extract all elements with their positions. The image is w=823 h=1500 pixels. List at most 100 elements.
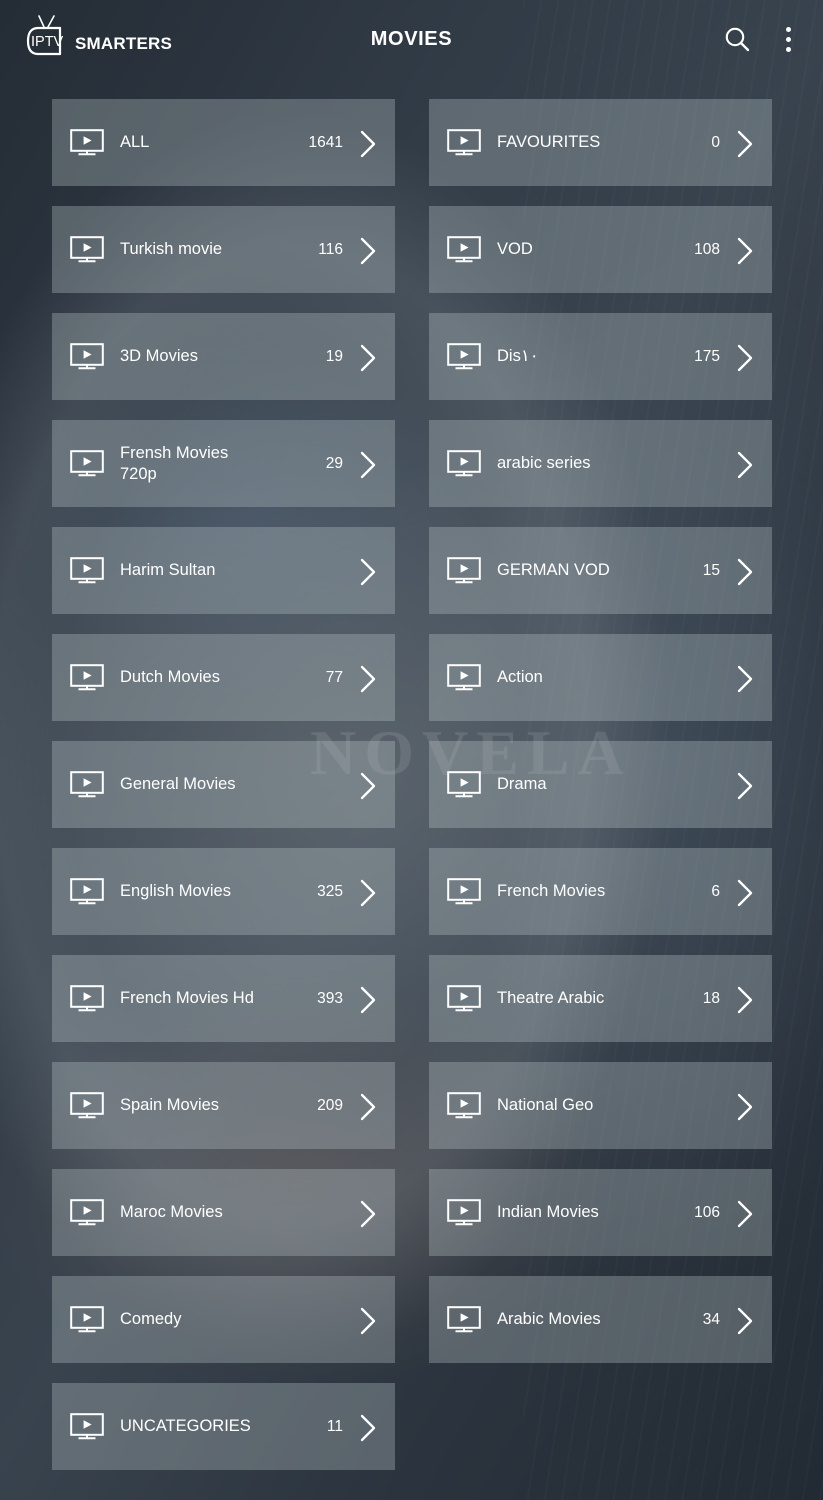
category-label: UNCATEGORIES [120, 1417, 251, 1435]
chevron-right-icon[interactable] [357, 235, 379, 265]
chevron-right-icon[interactable] [357, 663, 379, 693]
tv-play-icon [70, 557, 104, 584]
category-label: FAVOURITES [497, 133, 601, 151]
category-card[interactable]: ALL 1641 [52, 99, 395, 186]
chevron-right-icon[interactable] [734, 984, 756, 1014]
tv-play-icon [70, 1199, 104, 1226]
tv-play-icon [447, 450, 481, 477]
chevron-right-icon[interactable] [357, 556, 379, 586]
tv-play-icon [70, 557, 104, 584]
category-card[interactable]: arabic series [429, 420, 772, 507]
category-card[interactable]: Harim Sultan [52, 527, 395, 614]
chevron-right-icon[interactable] [734, 1091, 756, 1121]
category-card[interactable]: GERMAN VOD 15 [429, 527, 772, 614]
chevron-right-icon[interactable] [357, 1305, 379, 1335]
chevron-right-icon[interactable] [357, 1091, 379, 1121]
tv-play-icon [447, 236, 481, 263]
category-count: 19 [325, 347, 343, 365]
more-vertical-icon-dot [786, 36, 791, 42]
chevron-right-icon [737, 344, 753, 371]
category-column-right: FAVOURITES 0 VOD 108 Dis١٠ 175 arabic series GE… [429, 99, 772, 1470]
chevron-right-icon[interactable] [357, 877, 379, 907]
tv-play-icon [447, 1092, 481, 1119]
chevron-right-icon [360, 1307, 376, 1334]
category-card[interactable]: General Movies [52, 741, 395, 828]
chevron-right-icon[interactable] [357, 1198, 379, 1228]
chevron-right-icon [360, 1093, 376, 1120]
overflow-menu-button[interactable] [778, 23, 799, 56]
category-card[interactable]: Action [429, 634, 772, 721]
category-card[interactable]: Spain Movies 209 [52, 1062, 395, 1149]
category-card[interactable]: Dutch Movies 77 [52, 634, 395, 721]
category-card[interactable]: 3D Movies 19 [52, 313, 395, 400]
chevron-right-icon[interactable] [734, 342, 756, 372]
tv-play-icon [447, 878, 481, 905]
tv-play-icon [447, 1199, 481, 1226]
chevron-right-icon[interactable] [734, 235, 756, 265]
category-label: Indian Movies [497, 1203, 599, 1221]
category-count: 116 [318, 240, 343, 258]
category-card[interactable]: Arabic Movies 34 [429, 1276, 772, 1363]
category-card[interactable]: VOD 108 [429, 206, 772, 293]
tv-play-icon [70, 1092, 104, 1119]
tv-play-icon [70, 129, 104, 156]
category-count: 18 [702, 989, 720, 1007]
search-icon [725, 27, 750, 52]
category-card[interactable]: Theatre Arabic 18 [429, 955, 772, 1042]
category-card[interactable]: Dis١٠ 175 [429, 313, 772, 400]
category-card[interactable]: French Movies Hd 393 [52, 955, 395, 1042]
category-count: 29 [325, 454, 343, 472]
category-label: French Movies [497, 882, 606, 900]
tv-play-icon [70, 664, 104, 691]
tv-play-icon [70, 343, 104, 370]
chevron-right-icon[interactable] [734, 1198, 756, 1228]
category-label: Theatre Arabic [497, 989, 605, 1007]
category-card[interactable]: FAVOURITES 0 [429, 99, 772, 186]
category-card[interactable]: English Movies 325 [52, 848, 395, 935]
category-card[interactable]: UNCATEGORIES 11 [52, 1383, 395, 1470]
category-count: 77 [325, 668, 343, 686]
category-card[interactable]: Frensh Movies 720p 29 [52, 420, 395, 507]
chevron-right-icon [737, 986, 753, 1013]
tv-play-icon [70, 878, 104, 905]
tv-play-icon [447, 771, 481, 798]
chevron-right-icon[interactable] [357, 984, 379, 1014]
category-label: GERMAN VOD [497, 561, 610, 579]
chevron-right-icon[interactable] [734, 1305, 756, 1335]
chevron-right-icon[interactable] [734, 128, 756, 158]
tv-play-icon [70, 236, 104, 263]
category-label: National Geo [497, 1096, 594, 1114]
chevron-right-icon[interactable] [734, 770, 756, 800]
chevron-right-icon[interactable] [357, 449, 379, 479]
category-card[interactable]: Drama [429, 741, 772, 828]
category-card[interactable]: Comedy [52, 1276, 395, 1363]
chevron-right-icon[interactable] [734, 449, 756, 479]
tv-antenna-icon: IPTV [26, 15, 64, 56]
category-card[interactable]: Turkish movie 116 [52, 206, 395, 293]
chevron-right-icon[interactable] [734, 663, 756, 693]
chevron-right-icon[interactable] [357, 770, 379, 800]
tv-play-icon [447, 129, 481, 156]
category-card[interactable]: French Movies 6 [429, 848, 772, 935]
tv-play-icon [70, 129, 104, 156]
chevron-right-icon[interactable] [357, 128, 379, 158]
category-card[interactable]: National Geo [429, 1062, 772, 1149]
category-card[interactable]: Indian Movies 106 [429, 1169, 772, 1256]
category-label: VOD [497, 240, 533, 258]
tv-play-icon [447, 343, 481, 370]
category-card[interactable]: Maroc Movies [52, 1169, 395, 1256]
category-label: French Movies Hd [120, 989, 254, 1007]
tv-play-icon [70, 1306, 104, 1333]
category-count: 175 [694, 347, 720, 365]
category-grid: ALL 1641 Turkish movie 116 3D Movies 19 Frensh… [0, 78, 823, 1470]
header-actions [722, 23, 799, 56]
chevron-right-icon [737, 130, 753, 157]
chevron-right-icon[interactable] [734, 877, 756, 907]
category-count: 108 [694, 240, 720, 258]
search-button[interactable] [722, 24, 752, 54]
chevron-right-icon[interactable] [734, 556, 756, 586]
tv-play-icon [447, 771, 481, 798]
tv-play-icon [70, 1413, 104, 1440]
chevron-right-icon[interactable] [357, 1412, 379, 1442]
chevron-right-icon[interactable] [357, 342, 379, 372]
